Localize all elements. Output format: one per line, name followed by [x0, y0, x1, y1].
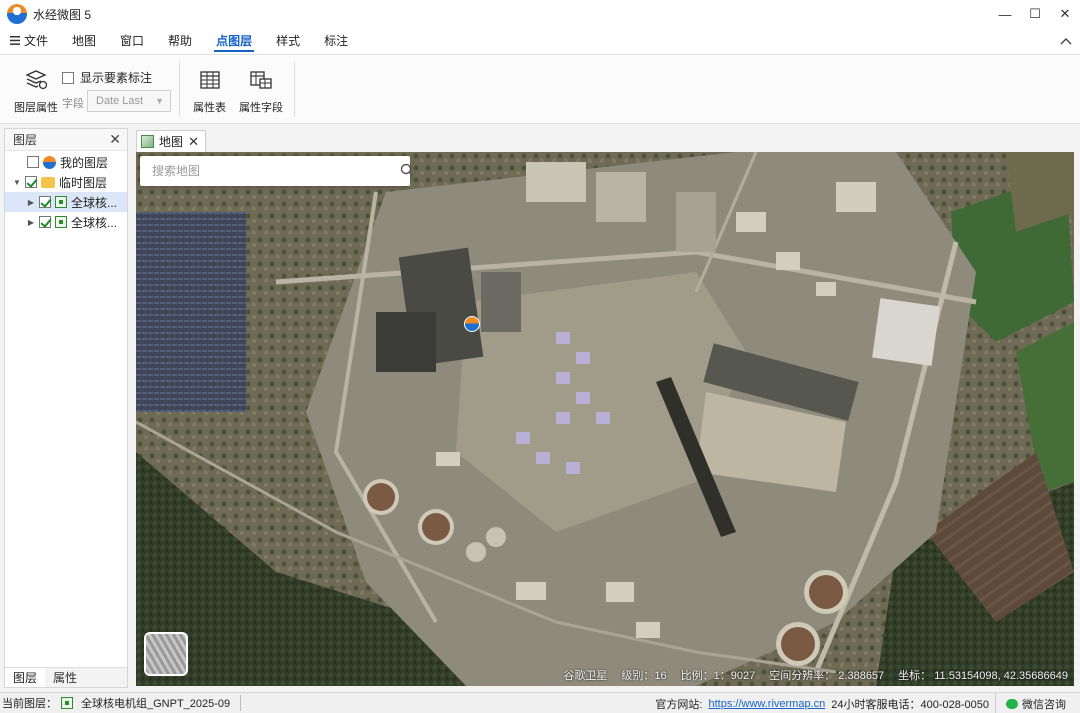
expand-down-icon[interactable]: ▼ [11, 178, 23, 187]
map-icon [141, 135, 154, 148]
folder-icon [41, 176, 55, 188]
wechat-label: 微信咨询 [1022, 698, 1066, 711]
tree-item-my-layers[interactable]: 我的图层 [5, 152, 127, 172]
show-labels-toggle[interactable]: 显示要素标注 [62, 69, 152, 86]
map-scale: 比例：1：9027 [680, 670, 756, 682]
layer-icon [61, 697, 73, 709]
map-search[interactable] [140, 156, 414, 186]
status-divider [240, 695, 242, 711]
attribute-fields-label: 属性字段 [239, 102, 283, 114]
wechat-icon [1006, 698, 1018, 709]
wechat-consult-button[interactable]: 微信咨询 [995, 693, 1080, 713]
tree-item-layer[interactable]: ▶ 全球核... [5, 212, 127, 232]
field-select-value: Date Last [96, 95, 144, 107]
layer-panel-tabs: 图层 属性 [5, 667, 127, 687]
menu-file-label: 文件 [24, 34, 49, 48]
tab-layers[interactable]: 图层 [5, 668, 46, 687]
tree-item-layer[interactable]: ▶ 全球核... [5, 192, 127, 212]
collapse-ribbon-icon[interactable] [1060, 34, 1072, 48]
tab-map[interactable]: 地图 ✕ [136, 130, 206, 152]
show-labels-checkbox[interactable] [62, 71, 74, 84]
site-link[interactable]: https://www.rivermap.cn [708, 698, 825, 710]
layer-checkbox[interactable] [27, 156, 39, 168]
menu-window[interactable]: 窗口 [108, 28, 156, 54]
layer-icon [55, 216, 67, 228]
tab-properties[interactable]: 属性 [45, 668, 85, 687]
chevron-down-icon: ▼ [155, 96, 164, 106]
map-source: 谷歌卫星 [563, 670, 608, 682]
basemap-switcher[interactable] [144, 632, 188, 676]
tree-item-temp-layers[interactable]: ▼ 临时图层 [5, 172, 127, 192]
layer-properties-icon [23, 67, 49, 93]
map-view[interactable]: 谷歌卫星 级别：16 比例：1：9027 空间分辨率： 2.388657 坐标：… [136, 152, 1074, 686]
table-icon [197, 67, 223, 93]
menu-map[interactable]: 地图 [60, 28, 108, 54]
fields-icon [248, 67, 274, 93]
layer-properties-label: 图层属性 [14, 102, 58, 114]
map-coordinates: 坐标： 11.53154098, 42.35686649 [898, 670, 1068, 682]
tree-item-label: 临时图层 [59, 175, 108, 190]
ribbon-divider [294, 61, 295, 117]
close-window-button[interactable]: ✕ [1050, 0, 1080, 28]
globe-icon [43, 155, 56, 169]
maximize-button[interactable]: ☐ [1020, 0, 1050, 28]
show-labels-label: 显示要素标注 [80, 71, 153, 85]
menu-style[interactable]: 样式 [264, 28, 312, 54]
hamburger-icon [10, 28, 20, 54]
attribute-table-button[interactable]: 属性表 [193, 67, 226, 115]
attribute-fields-button[interactable]: 属性字段 [239, 67, 283, 115]
layer-checkbox[interactable] [39, 196, 51, 208]
layer-properties-button[interactable]: 图层属性 [14, 67, 58, 115]
layer-panel-header: 图层 ✕ [5, 129, 127, 151]
map-search-input[interactable] [152, 164, 372, 178]
layer-checkbox[interactable] [39, 216, 51, 228]
document-tab-bar: 地图 ✕ [134, 128, 1074, 152]
menu-bar: 文件 地图 窗口 帮助 点图层 样式 标注 [0, 28, 1080, 54]
current-layer-label: 当前图层： [2, 698, 57, 710]
menu-point-layer[interactable]: 点图层 [204, 28, 264, 54]
hotline: 24小时客服电话：400-028-0050 [831, 698, 989, 711]
map-status-overlay: 谷歌卫星 级别：16 比例：1：9027 空间分辨率： 2.388657 坐标：… [563, 666, 1068, 684]
layer-checkbox[interactable] [25, 176, 37, 188]
map-marker-icon[interactable] [464, 316, 480, 332]
current-layer-name: 全球核电机组_GNPT_2025-09 [81, 698, 231, 710]
app-title: 水经微图 5 [33, 7, 92, 22]
menu-file[interactable]: 文件 [0, 28, 60, 54]
field-label: 字段 [62, 98, 84, 110]
tab-map-label: 地图 [159, 135, 184, 149]
layer-panel-title: 图层 [13, 133, 38, 147]
layer-panel: 图层 ✕ 我的图层 ▼ 临时图层 ▶ 全球核... ▶ 全球核... 图层 属性 [4, 128, 128, 688]
tree-item-label: 全球核... [71, 195, 118, 210]
ribbon: 图层属性 显示要素标注 字段 Date Last ▼ 属性表 属性字段 [0, 54, 1080, 124]
menu-annotation[interactable]: 标注 [312, 28, 360, 54]
expand-right-icon[interactable]: ▶ [25, 218, 37, 227]
status-right: 官方网站: https://www.rivermap.cn 24小时客服电话：4… [655, 693, 1080, 713]
layer-icon [55, 196, 67, 208]
site-label: 官方网站: [655, 698, 703, 711]
ribbon-divider [179, 61, 180, 117]
attribute-table-label: 属性表 [193, 102, 226, 114]
close-icon[interactable]: ✕ [109, 131, 121, 148]
app-logo-icon [7, 4, 27, 24]
tree-item-label: 我的图层 [60, 155, 109, 170]
close-icon[interactable]: ✕ [188, 134, 199, 150]
map-resolution: 空间分辨率： 2.388657 [769, 670, 885, 682]
status-bar: 当前图层： 全球核电机组_GNPT_2025-09 官方网站: https://… [0, 692, 1080, 713]
expand-right-icon[interactable]: ▶ [25, 198, 37, 207]
tree-item-label: 全球核... [71, 215, 118, 230]
layer-tree: 我的图层 ▼ 临时图层 ▶ 全球核... ▶ 全球核... [5, 151, 127, 232]
field-select[interactable]: Date Last ▼ [87, 90, 171, 112]
menu-help[interactable]: 帮助 [156, 28, 204, 54]
minimize-button[interactable]: — [990, 0, 1020, 28]
title-bar: 水经微图 5 — ☐ ✕ [0, 0, 1080, 28]
current-layer-info: 当前图层： 全球核电机组_GNPT_2025-09 [0, 695, 247, 711]
window-controls: — ☐ ✕ [990, 0, 1080, 28]
map-zoom-level: 级别：16 [621, 670, 667, 682]
satellite-imagery [136, 152, 1074, 686]
